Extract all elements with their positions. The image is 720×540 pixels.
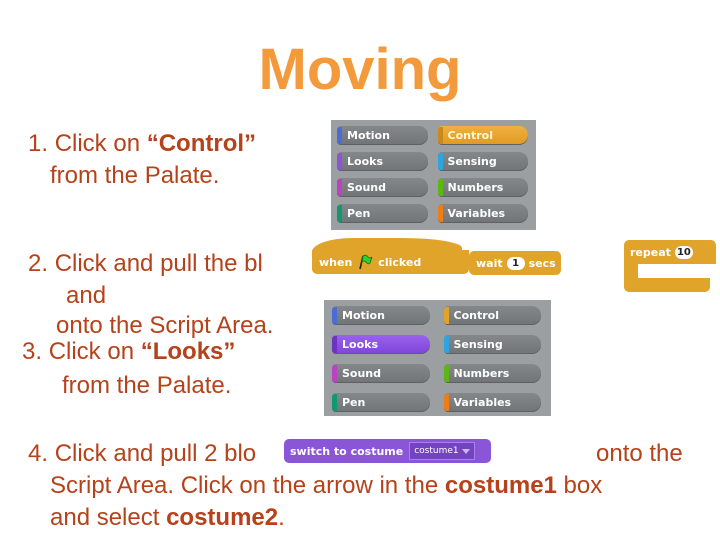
block-label: wait	[476, 256, 503, 270]
palette-looks-button[interactable]: Looks	[337, 152, 428, 171]
palette-pen-button[interactable]: Pen	[332, 393, 430, 412]
palette-label: Pen	[342, 396, 366, 409]
costume-dropdown[interactable]: costume1	[409, 442, 475, 460]
palette-sound-button[interactable]: Sound	[332, 364, 430, 383]
palette-variables-button[interactable]: Variables	[437, 204, 528, 223]
palette-motion-button[interactable]: Motion	[332, 306, 430, 325]
costume-value: costume1	[414, 446, 459, 456]
step-3: 3. Click on “Looks” from the Palate.	[22, 336, 235, 402]
palette-label: Motion	[342, 309, 385, 322]
palette-label: Variables	[453, 396, 512, 409]
step-text: Click and pull the bl	[54, 250, 263, 277]
step-text: Script Area. Click on the arrow in the c…	[28, 470, 602, 502]
step-text: Script Area. Click on the arrow in the	[50, 472, 445, 499]
palette-label: Control	[447, 129, 493, 142]
switch-to-costume-block[interactable]: switch to costume costume1	[284, 439, 491, 463]
step-text: Click on	[54, 130, 147, 157]
palette-label: Sound	[347, 181, 387, 194]
step-text: .	[278, 504, 285, 531]
palette-label: Sound	[342, 367, 382, 380]
step-number: 4.	[28, 440, 49, 467]
palette-label: Numbers	[447, 181, 504, 194]
palette-label: Numbers	[453, 367, 510, 380]
repeat-count-input[interactable]: 10	[674, 245, 693, 259]
step-bold: “Control”	[146, 130, 257, 157]
palette-label: Motion	[347, 129, 390, 142]
block-palette-looks: Motion Control Looks Sensing Sound Numbe…	[324, 300, 551, 416]
wait-secs-block[interactable]: wait 1 secs	[469, 251, 561, 275]
wait-seconds-input[interactable]: 1	[506, 256, 525, 270]
palette-label: Looks	[342, 338, 378, 351]
when-flag-clicked-block[interactable]: when clicked	[312, 238, 469, 276]
step-bold: costume1	[444, 472, 557, 499]
palette-label: Control	[453, 309, 499, 322]
step-number: 3.	[22, 338, 43, 365]
repeat-block[interactable]: repeat 10	[624, 240, 716, 292]
block-label: secs	[528, 256, 556, 270]
step-text: from the Palate.	[50, 162, 220, 189]
block-palette-control: Motion Control Looks Sensing Sound Numbe…	[331, 120, 536, 230]
step-text: Click on	[48, 338, 141, 365]
palette-numbers-button[interactable]: Numbers	[443, 364, 541, 383]
green-flag-icon	[359, 254, 373, 270]
step-number: 1.	[28, 130, 49, 157]
block-label: switch to costume	[290, 444, 404, 458]
step-2: 2. Click and pull the bl and onto the Sc…	[28, 248, 273, 342]
palette-label: Looks	[347, 155, 383, 168]
step-text: and select costume2.	[28, 502, 602, 534]
step-bold: “Looks”	[140, 338, 236, 365]
palette-pen-button[interactable]: Pen	[337, 204, 428, 223]
palette-numbers-button[interactable]: Numbers	[437, 178, 528, 197]
palette-sound-button[interactable]: Sound	[337, 178, 428, 197]
step-1: 1. Click on “Control” from the Palate.	[28, 128, 256, 192]
step-text: box	[556, 472, 603, 499]
block-label: clicked	[378, 255, 422, 269]
palette-motion-button[interactable]: Motion	[337, 126, 428, 145]
palette-control-button[interactable]: Control	[443, 306, 541, 325]
step-4-tail: onto the	[596, 440, 683, 467]
palette-label: Sensing	[447, 155, 497, 168]
page-title: Moving	[258, 37, 462, 102]
palette-label: Sensing	[453, 338, 503, 351]
palette-looks-button[interactable]: Looks	[332, 335, 430, 354]
block-label: repeat	[630, 245, 671, 259]
palette-sensing-button[interactable]: Sensing	[443, 335, 541, 354]
block-label: when	[319, 255, 353, 269]
step-number: 2.	[28, 250, 49, 277]
palette-label: Variables	[447, 207, 506, 220]
step-bold: costume2	[166, 504, 279, 531]
dropdown-arrow-icon	[461, 448, 470, 454]
palette-control-button[interactable]: Control	[437, 126, 528, 145]
step-text: and	[66, 282, 107, 309]
step-text: and select	[50, 504, 167, 531]
palette-sensing-button[interactable]: Sensing	[437, 152, 528, 171]
step-text: Click and pull 2 blo	[54, 440, 257, 467]
palette-label: Pen	[347, 207, 371, 220]
step-text: from the Palate.	[62, 372, 232, 399]
palette-variables-button[interactable]: Variables	[443, 393, 541, 412]
